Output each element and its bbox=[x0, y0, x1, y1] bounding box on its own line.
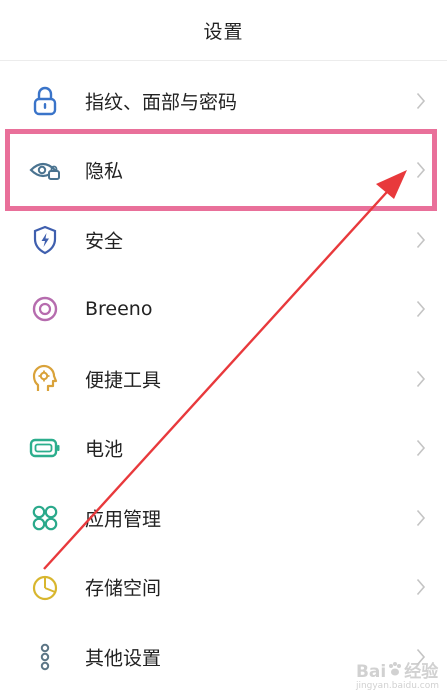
chevron-right-icon bbox=[415, 438, 427, 458]
chevron-right-icon bbox=[415, 577, 427, 597]
pie-chart-icon bbox=[28, 570, 62, 604]
watermark: Bai 经验 jingyan.baidu.com bbox=[356, 657, 439, 692]
settings-item-label: 便捷工具 bbox=[85, 369, 162, 392]
settings-item-label: 电池 bbox=[85, 438, 124, 461]
settings-item-label: Breeno bbox=[85, 298, 153, 321]
page-title: 设置 bbox=[203, 20, 244, 43]
chevron-right-icon bbox=[415, 230, 427, 250]
watermark-brand-suffix: 经验 bbox=[404, 661, 439, 682]
settings-item-label: 安全 bbox=[85, 230, 124, 253]
more-dots-icon bbox=[28, 640, 62, 674]
header-divider bbox=[0, 60, 447, 61]
header: 设置 bbox=[0, 0, 447, 60]
assistant-head-icon bbox=[28, 362, 62, 396]
lock-icon bbox=[28, 84, 62, 118]
chevron-right-icon bbox=[415, 369, 427, 389]
settings-item-breeno[interactable]: Breeno bbox=[0, 275, 447, 345]
app-grid-icon bbox=[28, 501, 62, 535]
settings-item-label: 指纹、面部与密码 bbox=[85, 91, 238, 114]
chevron-right-icon bbox=[415, 299, 427, 319]
settings-item-storage[interactable]: 存储空间 bbox=[0, 553, 447, 623]
breeno-ring-icon bbox=[28, 292, 62, 326]
watermark-brand: Bai bbox=[355, 661, 387, 682]
settings-item-app-management[interactable]: 应用管理 bbox=[0, 483, 447, 553]
battery-icon bbox=[28, 431, 62, 465]
paw-icon bbox=[386, 660, 404, 683]
chevron-right-icon bbox=[415, 91, 427, 111]
settings-item-fingerprint-face-password[interactable]: 指纹、面部与密码 bbox=[0, 66, 447, 136]
settings-item-label: 其他设置 bbox=[85, 647, 162, 670]
settings-item-battery[interactable]: 电池 bbox=[0, 414, 447, 484]
settings-item-security[interactable]: 安全 bbox=[0, 205, 447, 275]
settings-item-label: 存储空间 bbox=[85, 577, 162, 600]
highlight-box bbox=[5, 129, 437, 211]
settings-item-label: 应用管理 bbox=[85, 508, 162, 531]
settings-item-convenience-tools[interactable]: 便捷工具 bbox=[0, 344, 447, 414]
chevron-right-icon bbox=[415, 508, 427, 528]
shield-bolt-icon bbox=[28, 223, 62, 257]
watermark-url: jingyan.baidu.com bbox=[355, 681, 439, 691]
